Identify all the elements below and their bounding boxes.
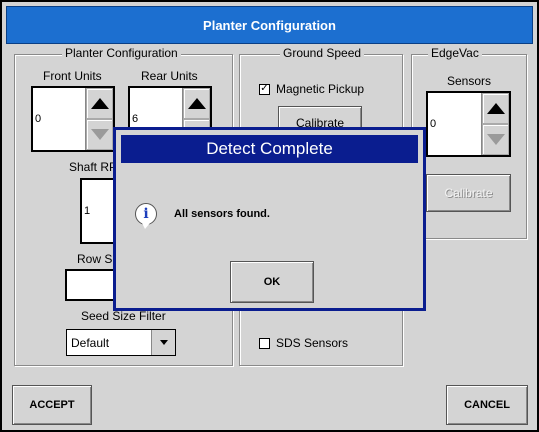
front-units-value: 0	[35, 113, 42, 125]
chevron-down-icon	[159, 340, 168, 345]
seed-size-filter-label: Seed Size Filter	[81, 309, 166, 323]
front-units-up-button[interactable]	[86, 88, 113, 119]
edgevac-sensors-spinner[interactable]: 0	[426, 91, 511, 157]
front-units-spinner[interactable]: 0	[31, 86, 115, 152]
cancel-button[interactable]: CANCEL	[446, 385, 528, 425]
rear-units-label: Rear Units	[141, 69, 198, 83]
edgevac-sensors-value: 0	[430, 118, 437, 130]
sds-sensors-label: SDS Sensors	[276, 336, 349, 350]
dialog-message: All sensors found.	[174, 208, 270, 220]
checkbox-unchecked-icon	[259, 337, 270, 349]
front-units-label: Front Units	[43, 69, 102, 83]
sds-sensors-checkbox[interactable]: SDS Sensors	[259, 336, 348, 350]
edgevac-sensors-up-button[interactable]	[482, 93, 509, 124]
magnetic-pickup-label: Magnetic Pickup	[276, 82, 365, 96]
edgevac-group-title: EdgeVac	[428, 46, 482, 60]
edgevac-sensors-down-button[interactable]	[482, 124, 509, 155]
front-units-arrows	[85, 88, 113, 150]
shaft-rpm-value: 1	[84, 205, 91, 217]
edgevac-sensors-arrows	[481, 93, 509, 155]
ground-speed-group-title: Ground Speed	[280, 46, 365, 60]
arrow-up-icon	[187, 98, 206, 109]
magnetic-pickup-checkbox[interactable]: ✓ Magnetic Pickup	[259, 82, 364, 96]
seed-size-filter-select[interactable]: Default	[66, 329, 176, 356]
edgevac-calibrate-button[interactable]: Calibrate	[426, 174, 511, 212]
window-title: Planter Configuration	[6, 6, 533, 44]
shaft-rpm-label: Shaft RP	[69, 160, 118, 174]
arrow-down-icon	[90, 129, 109, 140]
edgevac-sensors-label: Sensors	[447, 74, 492, 88]
dialog-title: Detect Complete	[121, 135, 418, 163]
front-units-down-button[interactable]	[86, 119, 113, 150]
detect-complete-dialog: Detect Complete i All sensors found. OK	[113, 127, 426, 311]
arrow-up-icon	[486, 103, 505, 114]
arrow-up-icon	[90, 98, 109, 109]
rear-units-up-button[interactable]	[183, 88, 210, 119]
info-icon: i	[135, 203, 157, 229]
planter-configuration-group-title: Planter Configuration	[62, 46, 181, 60]
ok-button[interactable]: OK	[230, 261, 314, 303]
checkbox-checked-icon: ✓	[259, 83, 270, 95]
seed-size-filter-value: Default	[71, 335, 110, 350]
accept-button[interactable]: ACCEPT	[12, 385, 92, 425]
arrow-down-icon	[486, 134, 505, 145]
dropdown-caret	[151, 330, 175, 355]
